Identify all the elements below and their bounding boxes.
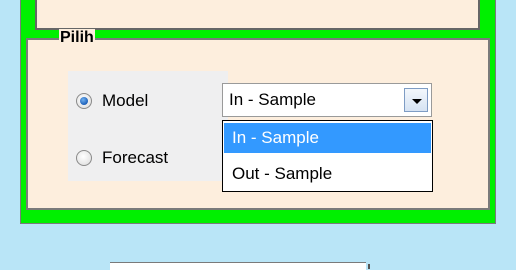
dropdown-option-out-sample[interactable]: Out - Sample (224, 159, 431, 189)
bottom-control-edge (368, 264, 370, 269)
select-value: In - Sample (229, 90, 316, 109)
radio-button-checked-icon[interactable] (76, 93, 92, 109)
groupbox-title: Pilih (59, 29, 95, 47)
chevron-down-icon[interactable] (404, 88, 428, 112)
radio-model-label: Model (102, 91, 149, 110)
radio-model[interactable]: Model (76, 90, 148, 112)
radio-forecast-label: Forecast (102, 148, 169, 167)
sample-select[interactable]: In - Sample (222, 83, 432, 117)
top-panel (35, 0, 480, 30)
radio-button-unchecked-icon[interactable] (76, 150, 92, 166)
select-dropdown-list: In - Sample Out - Sample (222, 120, 433, 192)
dropdown-option-in-sample[interactable]: In - Sample (224, 123, 431, 153)
radio-forecast[interactable]: Forecast (76, 147, 168, 169)
